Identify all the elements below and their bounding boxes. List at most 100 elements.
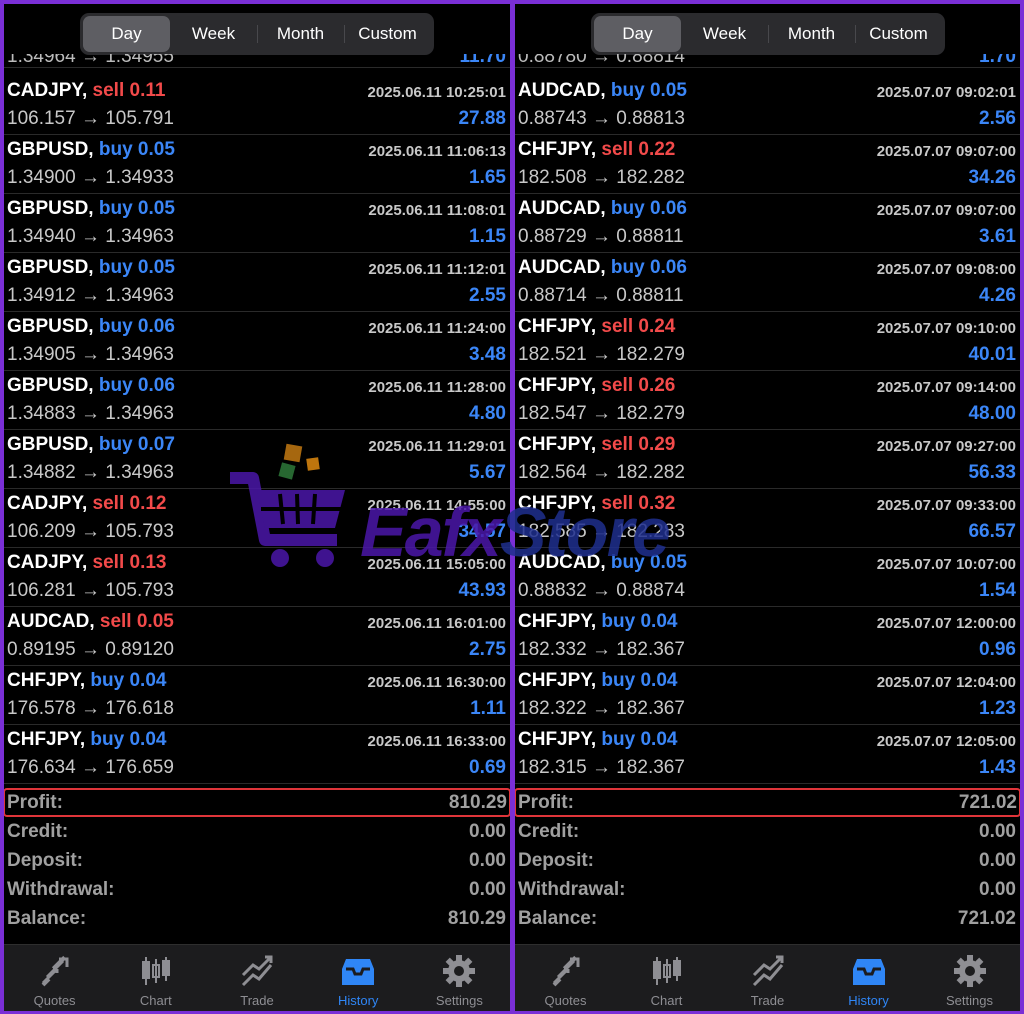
tab-trade[interactable]: Trade — [206, 945, 307, 1011]
segment-week[interactable]: Week — [170, 16, 257, 52]
trade-row[interactable]: CHFJPY, buy 0.04 2025.07.07 12:00:00 182.3… — [515, 607, 1020, 666]
segment-week[interactable]: Week — [681, 16, 768, 52]
trade-symbol: CADJPY, sell 0.12 — [7, 493, 166, 515]
trade-row[interactable]: CHFJPY, sell 0.26 2025.07.07 09:14:00 182.… — [515, 371, 1020, 430]
tab-quotes[interactable]: Quotes — [4, 945, 105, 1011]
trade-action: buy 0.04 — [601, 729, 678, 750]
trade-list: AUDCAD, buy 0.05 2025.07.07 09:02:01 0.887… — [515, 76, 1020, 784]
trade-prices: 1.34964 → 1.34955 — [7, 54, 174, 67]
partial-trade-row[interactable]: 1.34964 → 1.34955 11.70 — [4, 54, 510, 68]
trade-row[interactable]: CHFJPY, sell 0.32 2025.07.07 09:33:00 182.… — [515, 489, 1020, 548]
trade-row[interactable]: AUDCAD, buy 0.05 2025.07.07 10:07:00 0.888… — [515, 548, 1020, 607]
trade-prices: 1.34905 → 1.34963 — [7, 344, 174, 365]
trade-profit: 66.57 — [968, 521, 1016, 542]
trade-prices: 1.34883 → 1.34963 — [7, 403, 174, 424]
trade-prices: 182.564 → 182.282 — [518, 462, 685, 483]
trade-time: 2025.06.11 15:05:00 — [367, 556, 506, 573]
trade-profit: 4.80 — [469, 403, 506, 424]
tab-settings[interactable]: Settings — [409, 945, 510, 1011]
symbol-name: GBPUSD, — [7, 257, 94, 278]
segment-month[interactable]: Month — [257, 16, 344, 52]
trade-action: buy 0.05 — [98, 257, 175, 278]
trade-symbol: CHFJPY, sell 0.22 — [518, 139, 675, 161]
trade-row[interactable]: CHFJPY, buy 0.04 2025.06.11 16:33:00 176.6… — [4, 725, 510, 784]
trade-profit: 1.65 — [469, 167, 506, 188]
trade-symbol: GBPUSD, buy 0.07 — [7, 434, 175, 456]
trade-action: buy 0.06 — [98, 375, 175, 396]
summary-label: Balance: — [7, 908, 87, 929]
tab-label: Chart — [650, 993, 683, 1008]
trade-profit: 56.33 — [968, 462, 1016, 483]
trade-row[interactable]: GBPUSD, buy 0.06 2025.06.11 11:28:00 1.348… — [4, 371, 510, 430]
segment-month[interactable]: Month — [768, 16, 855, 52]
tab-history[interactable]: History — [818, 945, 919, 1011]
trade-prices: 0.88729 → 0.88811 — [518, 226, 684, 247]
trade-prices: 182.585 → 182.283 — [518, 521, 685, 542]
symbol-name: CHFJPY, — [518, 139, 597, 160]
trade-row[interactable]: GBPUSD, buy 0.05 2025.06.11 11:12:01 1.349… — [4, 253, 510, 312]
trade-row[interactable]: CADJPY, sell 0.13 2025.06.11 15:05:00 106.… — [4, 548, 510, 607]
tab-quotes[interactable]: Quotes — [515, 945, 616, 1011]
trade-row[interactable]: AUDCAD, buy 0.06 2025.07.07 09:07:00 0.887… — [515, 194, 1020, 253]
trade-time: 2025.07.07 10:07:00 — [876, 556, 1016, 573]
segment-day[interactable]: Day — [83, 16, 170, 52]
trade-row[interactable]: AUDCAD, buy 0.05 2025.07.07 09:02:01 0.887… — [515, 76, 1020, 135]
symbol-name: GBPUSD, — [7, 316, 94, 337]
trade-symbol: AUDCAD, buy 0.06 — [518, 198, 687, 220]
trade-prices: 176.578 → 176.618 — [7, 698, 174, 719]
trade-row[interactable]: CHFJPY, buy 0.04 2025.06.11 16:30:00 176.5… — [4, 666, 510, 725]
summary-withdrawal-row: Withdrawal: 0.00 — [515, 875, 1020, 904]
trade-row[interactable]: AUDCAD, sell 0.05 2025.06.11 16:01:00 0.89… — [4, 607, 510, 666]
history-inbox-icon — [852, 959, 885, 985]
trade-prices: 106.157 → 105.791 — [7, 108, 174, 129]
trade-symbol: CHFJPY, sell 0.24 — [518, 316, 675, 338]
trade-row[interactable]: GBPUSD, buy 0.07 2025.06.11 11:29:01 1.348… — [4, 430, 510, 489]
trade-action: sell 0.24 — [601, 316, 676, 337]
trade-row[interactable]: CADJPY, sell 0.12 2025.06.11 14:55:00 106.… — [4, 489, 510, 548]
trade-row[interactable]: CADJPY, sell 0.11 2025.06.11 10:25:01 106.… — [4, 76, 510, 135]
trade-row[interactable]: GBPUSD, buy 0.06 2025.06.11 11:24:00 1.349… — [4, 312, 510, 371]
trade-row[interactable]: CHFJPY, sell 0.24 2025.07.07 09:10:00 182.… — [515, 312, 1020, 371]
trade-time: 2025.06.11 11:28:00 — [368, 379, 506, 396]
summary-profit-row: Profit: 721.02 — [515, 788, 1020, 817]
segment-day[interactable]: Day — [594, 16, 681, 52]
trade-icon — [241, 955, 273, 987]
trade-row[interactable]: CHFJPY, buy 0.04 2025.07.07 12:05:00 182.3… — [515, 725, 1020, 784]
summary-value: 721.02 — [957, 908, 1016, 929]
trade-time: 2025.06.11 11:24:00 — [368, 320, 506, 337]
trade-prices: 1.34900 → 1.34933 — [7, 167, 174, 188]
tab-label: Quotes — [544, 993, 587, 1008]
segment-custom[interactable]: Custom — [344, 16, 431, 52]
tab-chart[interactable]: Chart — [105, 945, 206, 1011]
trade-profit: 34.57 — [458, 521, 506, 542]
tab-trade[interactable]: Trade — [717, 945, 818, 1011]
trade-row[interactable]: CHFJPY, sell 0.29 2025.07.07 09:27:00 182.… — [515, 430, 1020, 489]
trade-profit: 3.61 — [979, 226, 1016, 247]
summary-credit-row: Credit: 0.00 — [4, 817, 510, 846]
summary-balance-row: Balance: 810.29 — [4, 904, 510, 933]
trade-time: 2025.06.11 16:33:00 — [367, 733, 506, 750]
partial-trade-row[interactable]: 0.88780 → 0.88814 1.70 — [515, 54, 1020, 68]
trade-profit: 4.26 — [979, 285, 1016, 306]
trade-row[interactable]: CHFJPY, buy 0.04 2025.07.07 12:04:00 182.3… — [515, 666, 1020, 725]
trade-time: 2025.06.11 11:08:01 — [368, 202, 506, 219]
trade-profit: 3.48 — [469, 344, 506, 365]
trade-profit: 27.88 — [458, 108, 506, 129]
trade-prices: 1.34912 → 1.34963 — [7, 285, 174, 306]
tab-settings[interactable]: Settings — [919, 945, 1020, 1011]
trade-action: sell 0.29 — [601, 434, 676, 455]
trade-profit: 1.54 — [979, 580, 1016, 601]
summary-deposit-row: Deposit: 0.00 — [515, 846, 1020, 875]
tab-history[interactable]: History — [308, 945, 409, 1011]
trade-row[interactable]: GBPUSD, buy 0.05 2025.06.11 11:06:13 1.349… — [4, 135, 510, 194]
trade-action: buy 0.06 — [610, 198, 687, 219]
trade-row[interactable]: GBPUSD, buy 0.05 2025.06.11 11:08:01 1.349… — [4, 194, 510, 253]
trade-row[interactable]: AUDCAD, buy 0.06 2025.07.07 09:08:00 0.887… — [515, 253, 1020, 312]
trade-row[interactable]: CHFJPY, sell 0.22 2025.07.07 09:07:00 182.… — [515, 135, 1020, 194]
trade-symbol: CHFJPY, sell 0.32 — [518, 493, 675, 515]
history-panel-right: Day Week Month Custom 0.88780 → 0.88814 1.70 A… — [515, 4, 1020, 1011]
trade-action: buy 0.06 — [610, 257, 687, 278]
tab-chart[interactable]: Chart — [616, 945, 717, 1011]
trade-profit: 2.55 — [469, 285, 506, 306]
segment-custom[interactable]: Custom — [855, 16, 942, 52]
